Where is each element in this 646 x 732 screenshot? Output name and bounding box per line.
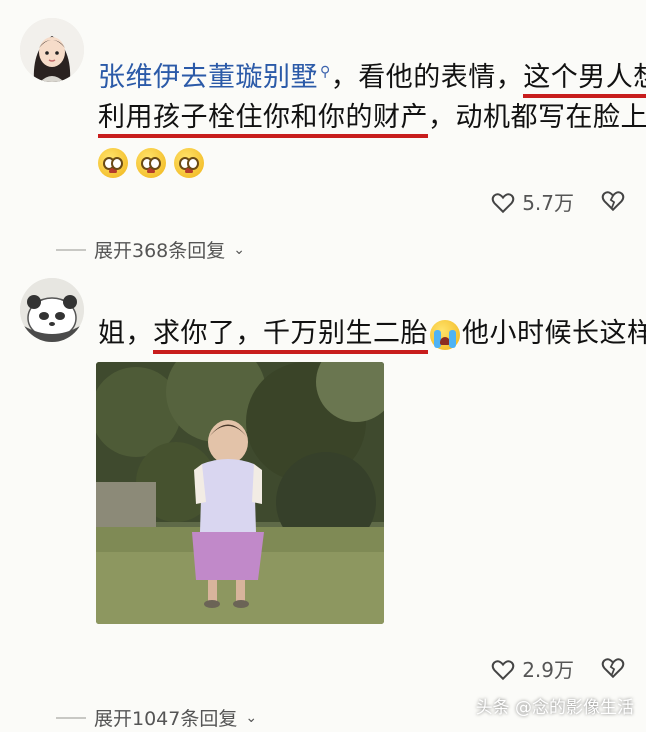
- child-photo-image: [96, 362, 384, 624]
- comment-text: 姐，: [98, 318, 153, 349]
- avatar-panda-image: [20, 278, 84, 342]
- comment-text: 他小时候长这样: [462, 318, 646, 349]
- heart-icon: [491, 659, 515, 680]
- dislike-broken-heart-icon[interactable]: [600, 187, 626, 213]
- expand-replies-button[interactable]: 展开368条回复 ⌄: [56, 236, 245, 263]
- search-icon[interactable]: ⚲: [320, 64, 331, 80]
- comment-1-line-2: 利用孩子栓住你和你的财产，动机都写在脸上了: [98, 98, 646, 138]
- chevron-down-icon: ⌄: [233, 241, 245, 258]
- underlined-text: 求你了，千万别生二胎: [153, 318, 428, 354]
- emoji-row: [98, 142, 212, 182]
- pleading-face-icon: [174, 147, 204, 178]
- avatar[interactable]: [20, 18, 84, 82]
- watermark: 头条 @念的影像生活: [475, 698, 634, 718]
- comment-2-line-1: 姐，求你了，千万别生二胎 他小时候长这样: [98, 314, 646, 354]
- like-count: 2.9万: [522, 658, 574, 682]
- comment-1-line-1: 张维伊去董璇别墅⚲，看他的表情，这个男人想: [98, 52, 646, 98]
- comment-text: ，动机都写在脸上了: [428, 102, 646, 133]
- dislike-broken-heart-icon[interactable]: [600, 654, 626, 680]
- divider: [56, 716, 86, 719]
- expand-replies-label: 展开368条回复: [94, 240, 226, 262]
- comment-photo[interactable]: [96, 362, 384, 624]
- comment-text: ，看他的表情，: [330, 62, 524, 93]
- expand-replies-button[interactable]: 展开1047条回复 ⌄: [56, 704, 258, 731]
- underlined-text: 这个男人想: [523, 62, 646, 98]
- crying-face-icon: [430, 319, 460, 350]
- chevron-down-icon: ⌄: [245, 709, 258, 726]
- like-button[interactable]: 5.7万: [490, 187, 574, 216]
- comment-username[interactable]: 张维伊去董璇别墅: [98, 62, 318, 93]
- pleading-face-icon: [136, 147, 166, 178]
- avatar[interactable]: [20, 278, 84, 342]
- pleading-face-icon: [98, 147, 128, 178]
- underlined-text: 利用孩子栓住你和你的财产: [98, 102, 428, 138]
- heart-icon: [491, 192, 515, 213]
- divider: [56, 248, 86, 251]
- expand-replies-label: 展开1047条回复: [94, 708, 238, 730]
- like-button[interactable]: 2.9万: [490, 654, 574, 683]
- like-count: 5.7万: [522, 191, 574, 215]
- avatar-girl-image: [20, 18, 84, 82]
